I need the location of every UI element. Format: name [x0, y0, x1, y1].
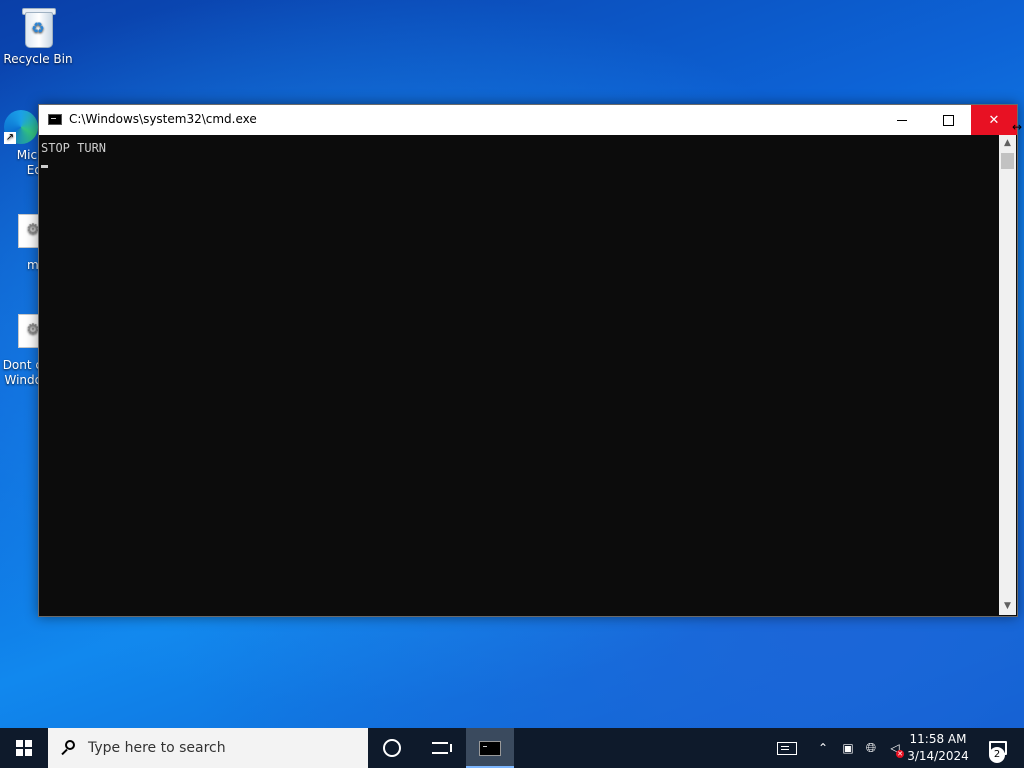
show-hidden-icons-button[interactable]: ⌃ — [812, 728, 834, 768]
scroll-up-arrow-icon[interactable]: ▲ — [999, 135, 1016, 152]
search-placeholder: Type here to search — [88, 740, 226, 756]
recycle-bin-icon: ♻ — [20, 6, 56, 48]
console-line: STOP TURN — [41, 141, 107, 155]
clock-date: 3/14/2024 — [907, 749, 969, 763]
meet-now-icon: ▣ — [842, 741, 854, 755]
task-view-icon — [432, 742, 452, 754]
taskbar-search[interactable]: Type here to search — [48, 728, 368, 768]
search-icon — [60, 739, 78, 757]
window-title: C:\Windows\system32\cmd.exe — [69, 112, 257, 126]
start-button[interactable] — [0, 728, 48, 768]
desktop-icon-file[interactable]: ⚙ mi — [0, 208, 42, 273]
cmd-icon — [48, 114, 62, 125]
clock-time: 11:58 AM — [909, 732, 967, 746]
text-cursor — [41, 165, 48, 168]
meet-now-button[interactable]: ▣ — [838, 728, 858, 768]
chevron-up-icon: ⌃ — [817, 741, 829, 755]
cortana-button[interactable] — [368, 728, 416, 768]
desktop-icon-edge[interactable]: ↗ Micr Ed — [0, 110, 42, 178]
maximize-icon — [942, 114, 954, 126]
cmd-window[interactable]: C:\Windows\system32\cmd.exe ✕ STOP TURN … — [38, 104, 1018, 617]
windows-logo-icon — [16, 740, 32, 756]
news-and-interests-button[interactable] — [772, 728, 802, 768]
volume-button[interactable]: ◁ ✕ — [884, 728, 906, 768]
minimize-button[interactable] — [879, 105, 925, 135]
taskbar-clock[interactable]: 11:58 AM 3/14/2024 — [906, 728, 970, 768]
resize-cursor-icon: ↔ — [1012, 120, 1023, 134]
title-bar[interactable]: C:\Windows\system32\cmd.exe ✕ — [39, 105, 1017, 135]
task-view-button[interactable] — [416, 728, 464, 768]
edge-icon: ↗ — [4, 110, 38, 144]
desktop-icon-label: mi — [26, 258, 42, 272]
mute-badge-icon: ✕ — [896, 750, 904, 758]
console-cursor-line — [41, 157, 999, 175]
notification-count-badge: 2 — [989, 747, 1005, 763]
close-icon: ✕ — [988, 112, 1000, 128]
desktop-icon-label: Micr Ed — [16, 148, 42, 177]
cortana-icon — [383, 739, 401, 757]
scroll-down-arrow-icon[interactable]: ▼ — [999, 598, 1016, 615]
maximize-button[interactable] — [925, 105, 971, 135]
taskbar-cmd-app[interactable] — [466, 728, 514, 768]
desktop-icon-label: Recycle Bin — [3, 52, 73, 66]
taskbar: Type here to search ⌃ ▣ 🌐︎ ◁ ✕ 11:58 AM … — [0, 728, 1024, 768]
vertical-scrollbar[interactable]: ▲ ▼ — [999, 135, 1016, 615]
scroll-thumb[interactable] — [1001, 153, 1014, 169]
desktop-icon-label: Dont c Windo — [2, 358, 42, 387]
cmd-icon — [479, 740, 501, 756]
console-output[interactable]: STOP TURN — [39, 135, 999, 615]
globe-icon: 🌐︎ — [865, 740, 877, 756]
news-icon — [777, 741, 797, 755]
desktop-icon-file[interactable]: ⚙ Dont c Windo — [0, 308, 42, 388]
desktop-icon-recycle-bin[interactable]: ♻ Recycle Bin — [0, 6, 76, 67]
close-button[interactable]: ✕ — [971, 105, 1017, 135]
network-button[interactable]: 🌐︎ — [860, 728, 882, 768]
minimize-icon — [897, 119, 907, 121]
